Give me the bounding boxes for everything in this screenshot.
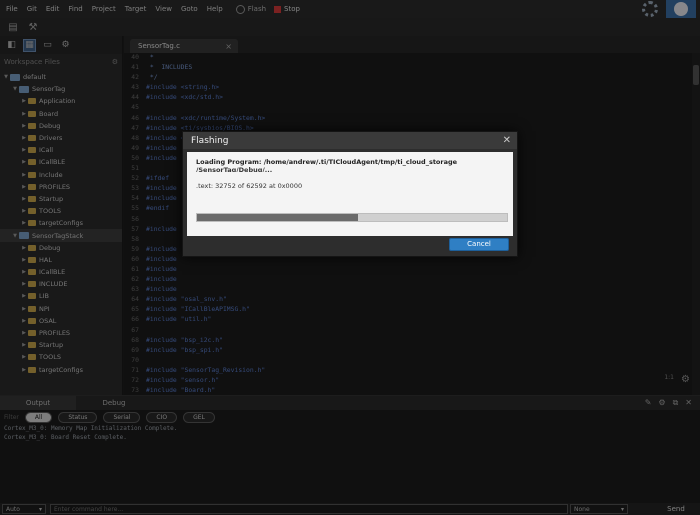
- dialog-title: Flashing: [191, 135, 229, 146]
- flashing-dialog: Flashing ✕ Loading Program: /home/andrew…: [182, 131, 518, 257]
- progress-fill: [197, 214, 359, 221]
- ide-window: File Git Edit Find Project Target View G…: [0, 0, 700, 515]
- close-icon[interactable]: ✕: [503, 135, 511, 146]
- progress-bar: [196, 213, 508, 222]
- dialog-footer: Cancel: [187, 234, 513, 254]
- dialog-status: .text: 32752 of 62592 at 0x0000: [196, 182, 303, 190]
- dialog-message-overflow: /SensorTag/Debug/...: [196, 166, 273, 172]
- dialog-header: Flashing ✕: [183, 132, 517, 149]
- dialog-body: Loading Program: /home/andrew/.ti/TIClou…: [187, 152, 513, 236]
- modal-overlay: Flashing ✕ Loading Program: /home/andrew…: [0, 0, 700, 515]
- cancel-button[interactable]: Cancel: [449, 237, 509, 251]
- dialog-message: Loading Program: /home/andrew/.ti/TIClou…: [196, 158, 458, 166]
